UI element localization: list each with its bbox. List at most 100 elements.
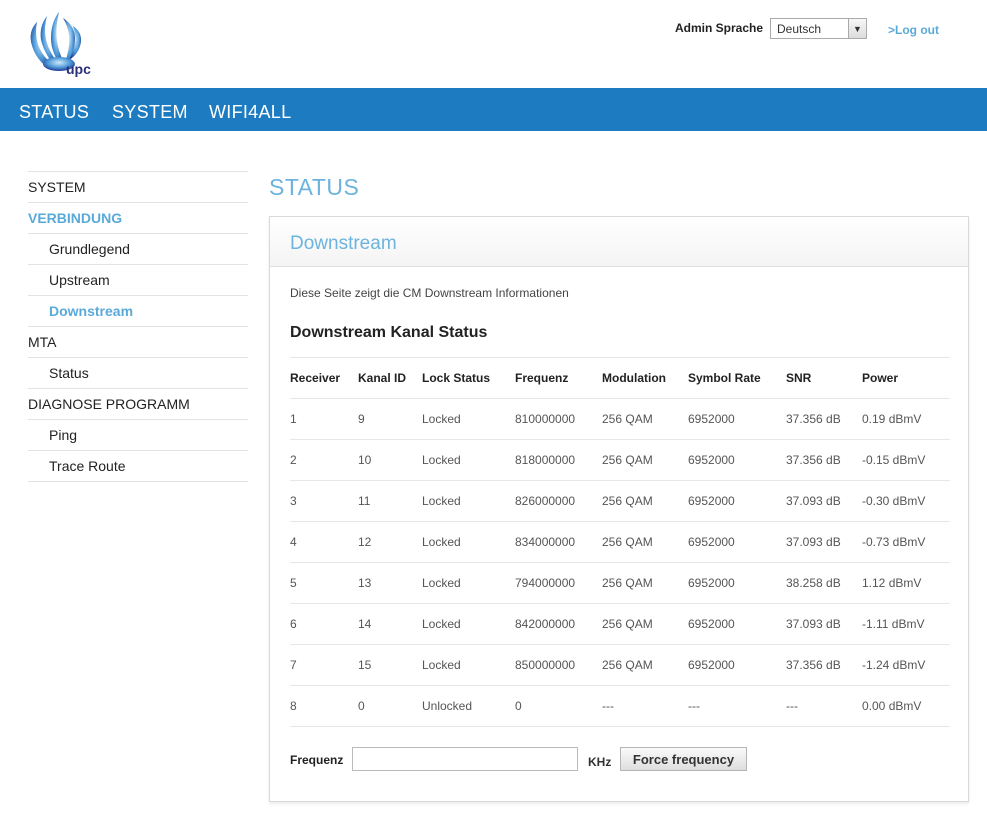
table-body: 1 9 Locked 810000000 256 QAM 6952000 37.356 dB… [290,398,950,727]
table-cell: 6952000 [688,644,786,686]
table-row: 6 14 Locked 842000000 256 QAM 6952000 37.093 d… [290,603,950,645]
table-cell: 0 [358,685,422,727]
force-frequency-button[interactable]: Force frequency [620,747,747,771]
table-row: 5 13 Locked 794000000 256 QAM 6952000 38.258 d… [290,562,950,604]
table-cell: 256 QAM [602,562,688,604]
sidebar-item-system[interactable]: SYSTEM [28,171,248,202]
table-cell: 818000000 [515,439,602,481]
khz-unit-label: KHz [588,755,612,769]
table-cell: 37.093 dB [786,521,862,563]
sidebar-item-mta[interactable]: MTA [28,326,248,357]
table-cell: 850000000 [515,644,602,686]
sidebar-item-verbindung[interactable]: VERBINDUNG [28,202,248,233]
table-cell: 38.258 dB [786,562,862,604]
table-cell: 794000000 [515,562,602,604]
downstream-table: Receiver Kanal ID Lock Status Frequenz M… [290,357,950,727]
column-header: Lock Status [422,357,515,399]
table-cell: 6952000 [688,562,786,604]
table-cell: 13 [358,562,422,604]
table-cell: 810000000 [515,398,602,440]
table-cell: Locked [422,439,515,481]
table-cell: 7 [290,644,358,686]
table-cell: -0.15 dBmV [862,439,950,481]
sidebar-item-diagnose[interactable]: DIAGNOSE PROGRAMM [28,388,248,419]
column-header: Symbol Rate [688,357,786,399]
table-cell: Locked [422,398,515,440]
table-row: 1 9 Locked 810000000 256 QAM 6952000 37.356 dB… [290,398,950,440]
panel-title: Downstream [290,233,397,254]
table-cell: 8 [290,685,358,727]
table-row: 2 10 Locked 818000000 256 QAM 6952000 37.356 d… [290,439,950,481]
table-cell: 256 QAM [602,480,688,522]
language-select[interactable]: Deutsch ▼ [770,18,867,39]
table-cell: --- [602,685,688,727]
top-navigation: STATUS SYSTEM WIFI4ALL [0,88,987,131]
table-cell: 0 [515,685,602,727]
table-row: 7 15 Locked 850000000 256 QAM 6952000 37.356 d… [290,644,950,686]
column-header: SNR [786,357,862,399]
table-cell: -0.30 dBmV [862,480,950,522]
table-cell: 11 [358,480,422,522]
sidebar-item-ping[interactable]: Ping [28,419,248,450]
table-cell: 12 [358,521,422,563]
table-cell: 1 [290,398,358,440]
table-cell: 5 [290,562,358,604]
nav-wifi4all[interactable]: WIFI4ALL [209,102,291,123]
table-cell: 256 QAM [602,603,688,645]
table-cell: 3 [290,480,358,522]
table-cell: 4 [290,521,358,563]
table-cell: 256 QAM [602,439,688,481]
column-header: Power [862,357,950,399]
table-cell: 2 [290,439,358,481]
table-cell: 37.356 dB [786,644,862,686]
table-cell: 0.00 dBmV [862,685,950,727]
nav-system[interactable]: SYSTEM [112,102,188,123]
downstream-panel: Downstream Diese Seite zeigt die CM Down… [269,216,969,802]
column-header: Receiver [290,357,358,399]
panel-description: Diese Seite zeigt die CM Downstream Info… [290,286,569,300]
table-cell: 842000000 [515,603,602,645]
table-cell: 6 [290,603,358,645]
table-cell: 6952000 [688,603,786,645]
table-row: 4 12 Locked 834000000 256 QAM 6952000 37.093 d… [290,521,950,563]
table-cell: Locked [422,603,515,645]
table-cell: 256 QAM [602,644,688,686]
sidebar-item-upstream[interactable]: Upstream [28,264,248,295]
table-cell: 0.19 dBmV [862,398,950,440]
table-cell: 37.356 dB [786,439,862,481]
table-cell: Locked [422,521,515,563]
table-cell: 10 [358,439,422,481]
table-cell: 37.093 dB [786,603,862,645]
table-cell: -1.11 dBmV [862,603,950,645]
table-row: 3 11 Locked 826000000 256 QAM 6952000 37.093 d… [290,480,950,522]
table-cell: 15 [358,644,422,686]
table-cell: 1.12 dBmV [862,562,950,604]
table-cell: Locked [422,562,515,604]
sidebar: SYSTEM VERBINDUNG Grundlegend Upstream D… [28,171,248,482]
table-cell: 6952000 [688,521,786,563]
table-cell: 826000000 [515,480,602,522]
sidebar-item-trace-route[interactable]: Trace Route [28,450,248,482]
page-title: STATUS [269,174,360,200]
chevron-down-icon[interactable]: ▼ [848,19,866,38]
logo-text: upc [66,61,91,77]
column-header: Frequenz [515,357,602,399]
table-cell: -0.73 dBmV [862,521,950,563]
nav-status[interactable]: STATUS [19,102,89,123]
table-cell: 37.356 dB [786,398,862,440]
sidebar-item-mta-status[interactable]: Status [28,357,248,388]
table-cell: 6952000 [688,439,786,481]
table-cell: -1.24 dBmV [862,644,950,686]
sidebar-item-grundlegend[interactable]: Grundlegend [28,233,248,264]
table-cell: Locked [422,644,515,686]
language-select-value: Deutsch [777,22,822,36]
sidebar-item-downstream[interactable]: Downstream [28,295,248,326]
logout-link[interactable]: >Log out [888,23,939,37]
column-header: Kanal ID [358,357,422,399]
table-cell: 6952000 [688,398,786,440]
admin-language-label: Admin Sprache [675,21,764,35]
frequency-label: Frequenz [290,753,344,767]
column-header: Modulation [602,357,688,399]
frequency-input[interactable] [352,747,578,771]
table-cell: Unlocked [422,685,515,727]
